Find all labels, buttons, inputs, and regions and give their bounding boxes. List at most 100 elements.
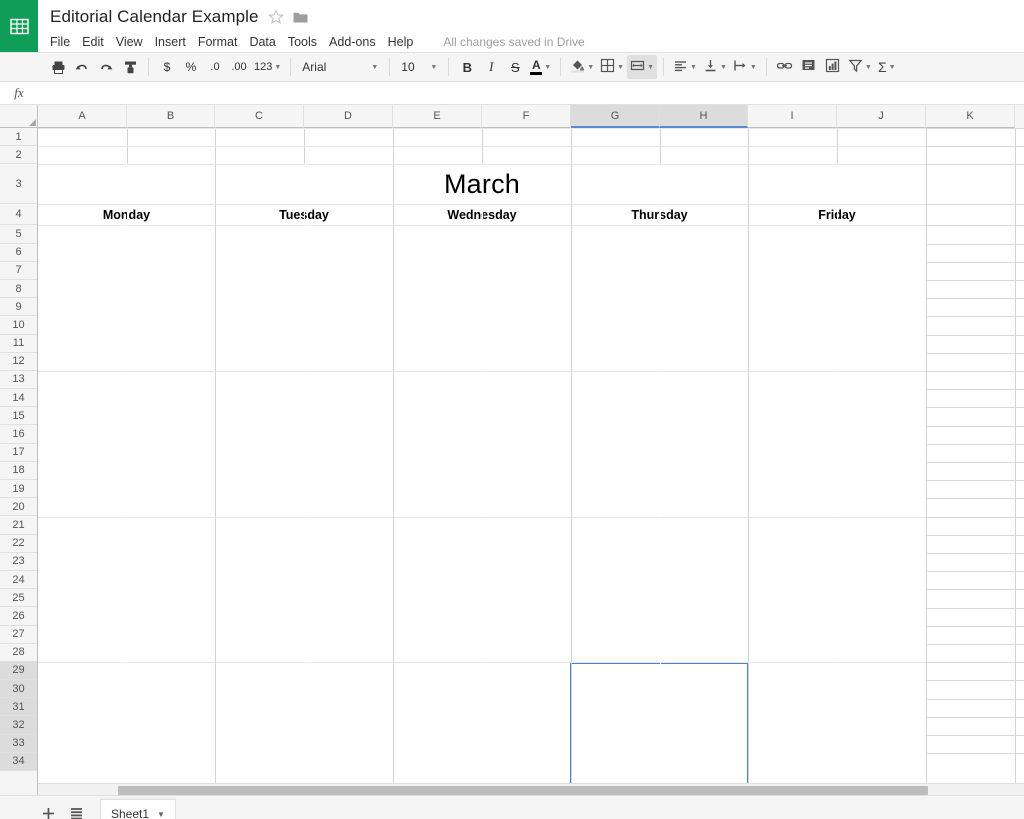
- merge-cells-button[interactable]: ▼: [627, 55, 658, 79]
- grid-row-line: [926, 425, 1024, 427]
- more-formats-button[interactable]: 123 ▼: [251, 55, 284, 79]
- row-header-14[interactable]: 14: [0, 389, 37, 408]
- create-filter-button[interactable]: ▼: [845, 55, 875, 79]
- toolbar: $ % .0 .00 123 ▼ Arial ▼ 10 ▼ B I S A ▼: [0, 52, 1024, 82]
- currency-format-button[interactable]: $: [155, 55, 179, 79]
- row-header-15[interactable]: 15: [0, 407, 37, 426]
- increase-decimal-button[interactable]: .00: [227, 55, 251, 79]
- document-title[interactable]: Editorial Calendar Example: [50, 7, 259, 27]
- row-header-25[interactable]: 25: [0, 589, 37, 608]
- row-header-22[interactable]: 22: [0, 534, 37, 553]
- row-header-7[interactable]: 7: [0, 261, 37, 280]
- row-header-28[interactable]: 28: [0, 643, 37, 662]
- row-header-33[interactable]: 33: [0, 734, 37, 753]
- menu-item-tools[interactable]: Tools: [288, 33, 324, 51]
- grid-body: 1 2 3 4 5 6 7 8 9 10 11 12 13 14 15 16 17 18 19 20 21 22 23 24 2…: [0, 128, 1024, 795]
- row-header-30[interactable]: 30: [0, 680, 37, 699]
- horizontal-align-button[interactable]: ▼: [670, 55, 700, 79]
- all-sheets-button[interactable]: [62, 800, 90, 819]
- column-header-d[interactable]: D: [304, 105, 393, 128]
- menu-item-view[interactable]: View: [116, 33, 150, 51]
- row-header-2[interactable]: 2: [0, 146, 37, 165]
- row-header-1[interactable]: 1: [0, 128, 37, 147]
- row-header-31[interactable]: 31: [0, 698, 37, 717]
- row-header-5[interactable]: 5: [0, 225, 37, 244]
- column-header-k[interactable]: K: [926, 105, 1015, 128]
- bold-button[interactable]: B: [455, 55, 479, 79]
- column-header-i[interactable]: I: [748, 105, 837, 128]
- horizontal-scrollbar[interactable]: [38, 783, 1024, 795]
- row-header-24[interactable]: 24: [0, 570, 37, 590]
- column-header-j[interactable]: J: [837, 105, 926, 128]
- row-header-6[interactable]: 6: [0, 243, 37, 262]
- row-header-9[interactable]: 9: [0, 298, 37, 317]
- print-icon[interactable]: [46, 55, 70, 79]
- row-header-8[interactable]: 8: [0, 279, 37, 299]
- column-header-f[interactable]: F: [482, 105, 571, 128]
- add-sheet-button[interactable]: [34, 800, 62, 819]
- row-header-32[interactable]: 32: [0, 716, 37, 735]
- row-header-13[interactable]: 13: [0, 370, 37, 390]
- percent-format-button[interactable]: %: [179, 55, 203, 79]
- fill-color-button[interactable]: ▼: [567, 55, 597, 79]
- row-header-23[interactable]: 23: [0, 552, 37, 571]
- column-header-a[interactable]: A: [38, 105, 127, 128]
- star-outline-icon[interactable]: [267, 9, 284, 25]
- italic-button[interactable]: I: [479, 55, 503, 79]
- functions-button[interactable]: Σ ▼: [875, 55, 899, 79]
- row-header-21[interactable]: 21: [0, 516, 37, 535]
- folder-icon[interactable]: [293, 11, 308, 24]
- column-header-g[interactable]: G: [571, 105, 660, 128]
- row-header-26[interactable]: 26: [0, 607, 37, 626]
- horizontal-scrollbar-thumb[interactable]: [118, 786, 928, 795]
- decrease-decimal-button[interactable]: .0: [203, 55, 227, 79]
- menu-item-format[interactable]: Format: [198, 33, 245, 51]
- column-header-e[interactable]: E: [393, 105, 482, 128]
- column-header-b[interactable]: B: [127, 105, 215, 128]
- row-header-27[interactable]: 27: [0, 625, 37, 644]
- borders-button[interactable]: ▼: [597, 55, 627, 79]
- row-header-12[interactable]: 12: [0, 352, 37, 371]
- chevron-down-icon: ▼: [749, 63, 757, 71]
- row-header-3[interactable]: 3: [0, 164, 37, 205]
- row-header-17[interactable]: 17: [0, 443, 37, 462]
- row-header-19[interactable]: 19: [0, 480, 37, 499]
- menu-item-insert[interactable]: Insert: [155, 33, 193, 51]
- sheet-tab-sheet1[interactable]: Sheet1 ▼: [100, 798, 176, 819]
- font-family-select[interactable]: Arial ▼: [297, 56, 383, 78]
- row-header-4[interactable]: 4: [0, 204, 37, 226]
- menu-item-file[interactable]: File: [50, 33, 77, 51]
- strikethrough-button[interactable]: S: [503, 55, 527, 79]
- row-header-20[interactable]: 20: [0, 498, 37, 517]
- paint-format-icon[interactable]: [118, 55, 142, 79]
- row-header-11[interactable]: 11: [0, 334, 37, 353]
- font-size-select[interactable]: 10 ▼: [396, 56, 442, 78]
- column-header-c[interactable]: C: [215, 105, 304, 128]
- menu-item-data[interactable]: Data: [249, 33, 282, 51]
- fill-color-icon: [570, 58, 585, 76]
- menu-item-help[interactable]: Help: [388, 33, 421, 51]
- comment-icon: [801, 58, 816, 76]
- grid-row-line: [926, 698, 1024, 700]
- redo-icon[interactable]: [94, 55, 118, 79]
- menu-item-edit[interactable]: Edit: [82, 33, 111, 51]
- select-all-corner[interactable]: [0, 105, 38, 128]
- chevron-down-icon[interactable]: ▼: [157, 810, 165, 819]
- text-color-button[interactable]: A ▼: [527, 55, 554, 79]
- text-wrap-button[interactable]: ▼: [730, 55, 760, 79]
- insert-link-button[interactable]: [773, 55, 797, 79]
- row-header-18[interactable]: 18: [0, 461, 37, 480]
- insert-comment-button[interactable]: [797, 55, 821, 79]
- undo-icon[interactable]: [70, 55, 94, 79]
- row-header-16[interactable]: 16: [0, 425, 37, 444]
- sheets-logo[interactable]: [0, 0, 38, 52]
- vertical-align-button[interactable]: ▼: [700, 55, 730, 79]
- row-header-10[interactable]: 10: [0, 316, 37, 335]
- formula-input[interactable]: [38, 82, 1024, 104]
- insert-chart-button[interactable]: [821, 55, 845, 79]
- row-header-34[interactable]: 34: [0, 752, 37, 771]
- column-header-h[interactable]: H: [660, 105, 748, 128]
- menu-item-addons[interactable]: Add-ons: [329, 33, 383, 51]
- sheet-canvas[interactable]: March Monday Tuesday Wednesday Thursday …: [38, 128, 1024, 795]
- row-header-29[interactable]: 29: [0, 661, 37, 681]
